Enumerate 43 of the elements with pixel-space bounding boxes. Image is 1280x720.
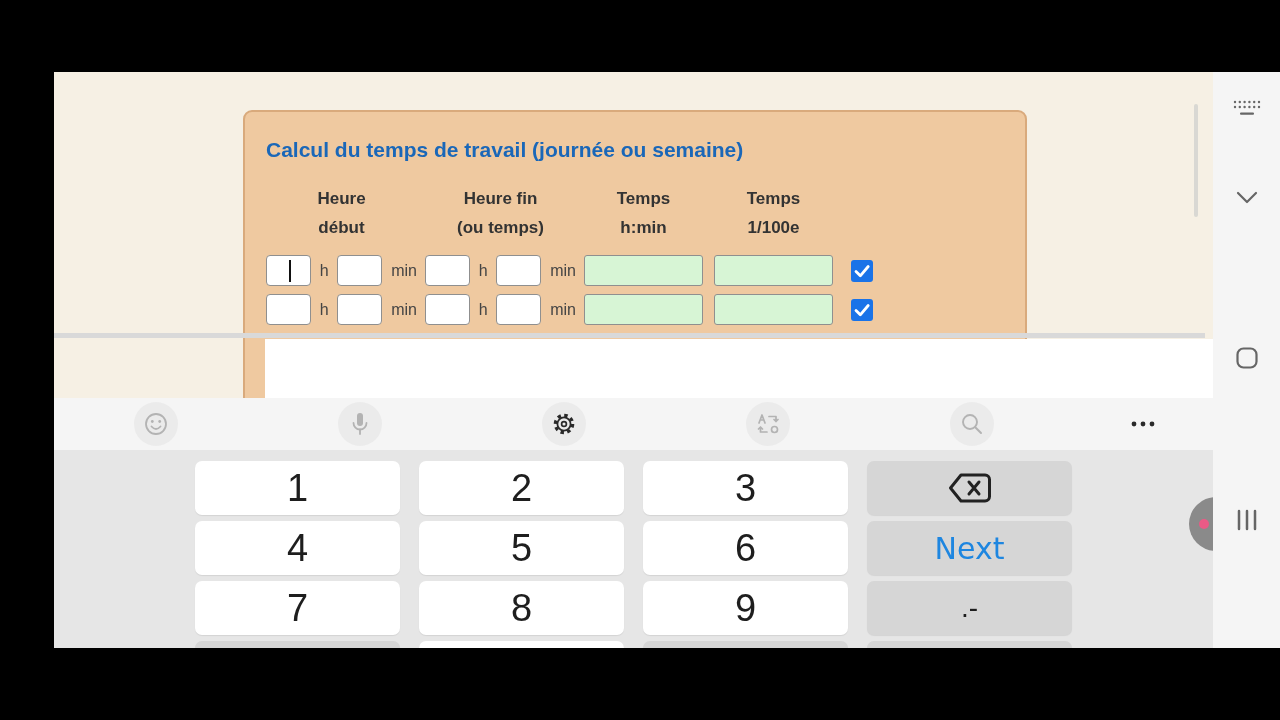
number-key[interactable]: 8 [419,581,624,635]
unit-label: h [319,261,329,280]
unit-label: h [478,300,488,319]
unit-label: min [391,300,417,319]
number-key[interactable]: 7 [195,581,400,635]
unit-label: min [550,300,576,319]
checkbox[interactable] [851,298,873,321]
backspace-icon [947,472,992,504]
input-field[interactable] [425,294,470,325]
input-field[interactable] [425,255,470,286]
number-key[interactable]: 2 [419,461,624,515]
unit-label: min [550,261,576,280]
unit-label: min [391,261,417,280]
column-heading: Temps h:min [615,188,672,239]
input-field[interactable] [496,255,542,286]
number-key[interactable]: 9 [643,581,848,635]
unit-label: h [319,300,329,319]
recent-apps-icon[interactable] [1235,509,1258,531]
unit-label: h [478,261,488,280]
number-key[interactable]: 4 [195,521,400,575]
number-key[interactable]: 6 [643,521,848,575]
input-field[interactable] [337,255,383,286]
backspace-key[interactable] [867,461,1072,515]
number-key[interactable]: 1 [195,461,400,515]
column-heading: Temps 1/100e [745,188,802,239]
text-cursor-icon [289,260,291,282]
form-title: Calcul du temps de travail (journée ou semaine) [266,138,745,162]
floating-bubble-icon[interactable] [1189,497,1213,551]
input-field[interactable] [337,294,383,325]
chevron-down-icon[interactable] [1235,191,1258,204]
column-heading: Heure fin (ou temps) [456,188,545,239]
number-key[interactable]: 3 [643,461,848,515]
more-icon[interactable] [1131,421,1155,427]
column-heading: Heure début [316,188,367,239]
input-field[interactable] [266,255,311,286]
input-field[interactable] [266,294,311,325]
keyboard-icon[interactable] [1232,100,1261,116]
home-icon[interactable] [1235,347,1258,369]
input-field[interactable] [496,294,542,325]
number-key[interactable]: 5 [419,521,624,575]
checkbox[interactable] [851,259,873,282]
symbol-key[interactable]: .- [867,581,1072,635]
settings-icon[interactable] [542,402,586,446]
